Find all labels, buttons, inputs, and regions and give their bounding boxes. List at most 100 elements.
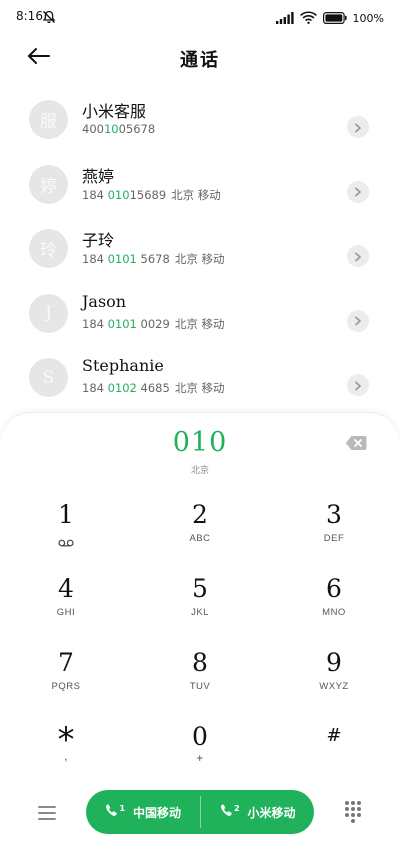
number-location: 北京 移动 — [171, 187, 221, 202]
dialed-number-location: 北京 — [190, 466, 209, 476]
call-sim2-button[interactable]: 2 小米移动 — [201, 790, 315, 834]
key-letters: ABC — [189, 533, 211, 544]
key-letters: MNO — [322, 607, 346, 618]
phone-icon — [104, 803, 120, 822]
number-suffix: 5678 — [136, 252, 170, 266]
chevron-right-icon — [354, 247, 362, 266]
avatar: J — [29, 293, 68, 333]
number-suffix: 0029 — [136, 316, 170, 331]
number-match: 0102 — [107, 381, 137, 395]
call-sim1-button[interactable]: 1 中国移动 — [86, 790, 200, 834]
key-letters: , — [64, 749, 68, 763]
contact-item[interactable]: S Stephanie 184 0102 4685 北京 移动 — [0, 350, 400, 415]
key-letters: JKL — [191, 607, 209, 618]
number-prefix: 400 — [82, 122, 104, 136]
voicemail-icon — [58, 532, 74, 551]
bell-off-icon — [42, 9, 56, 28]
contact-number: 4001005678 — [82, 122, 155, 136]
key-digit: 5 — [192, 574, 208, 603]
avatar: 服 — [29, 100, 68, 139]
number-prefix: 184 — [82, 187, 108, 202]
key-digit: 4 — [58, 574, 74, 603]
chevron-right-icon — [354, 182, 362, 201]
number-match: 010 — [107, 187, 130, 202]
battery-percent: 100% — [352, 12, 384, 25]
number-location: 北京 移动 — [174, 316, 225, 331]
key-4[interactable]: 4 GHI — [0, 575, 132, 641]
avatar: S — [29, 358, 68, 397]
contact-detail-button[interactable] — [347, 245, 369, 267]
chevron-right-icon — [354, 376, 362, 395]
sim2-label: 小米移动 — [247, 805, 296, 820]
contact-name: 小米客服 — [82, 102, 147, 121]
battery-icon — [322, 9, 347, 28]
number-match: 0101 — [107, 252, 137, 266]
key-5[interactable]: 5 JKL — [134, 575, 266, 641]
dialed-number: 010 — [172, 427, 228, 458]
contact-item[interactable]: 婷 燕婷 184 01015689 北京 移动 — [0, 157, 400, 222]
key-letters: PQRS — [51, 681, 81, 692]
number-suffix: 4685 — [136, 381, 170, 395]
contact-name: 燕婷 — [82, 166, 115, 186]
header: 通话 — [0, 40, 400, 76]
number-match: 10 — [103, 122, 119, 136]
call-button-group: 1 中国移动 2 小米移动 — [86, 790, 314, 834]
number-location: 北京 移动 — [174, 381, 225, 395]
key-6[interactable]: 6 MNO — [268, 575, 400, 641]
key-digit: 7 — [58, 648, 74, 677]
contact-name: 子玲 — [82, 231, 115, 250]
number-prefix: 184 — [82, 316, 108, 331]
contact-number: 184 01015689 北京 移动 — [82, 187, 221, 203]
status-bar: 8:16 100% — [0, 0, 400, 34]
number-suffix: 15689 — [129, 187, 167, 202]
key-letters: + — [196, 751, 204, 765]
contact-number: 184 0101 5678 北京 移动 — [82, 251, 224, 267]
contact-name: Jason — [82, 291, 127, 311]
key-digit: 1 — [58, 500, 74, 529]
sim1-index: 1 — [119, 803, 126, 813]
dialpad-toggle-button[interactable] — [344, 800, 362, 824]
number-location: 北京 移动 — [174, 252, 225, 266]
key-digit: 9 — [326, 648, 342, 677]
key-letters: DEF — [323, 533, 345, 544]
contact-name: Stephanie — [82, 356, 164, 375]
key-letters: TUV — [189, 681, 211, 692]
contact-list: 服 小米客服 4001005678 婷 燕婷 184 01015689 北京 移动… — [0, 92, 400, 415]
key-star[interactable]: * , — [0, 723, 132, 789]
key-9[interactable]: 9 WXYZ — [268, 649, 400, 715]
number-match: 0101 — [107, 316, 137, 331]
avatar: 婷 — [29, 164, 68, 204]
key-1[interactable]: 1 — [0, 501, 132, 567]
key-digit: # — [326, 725, 342, 746]
chevron-right-icon — [354, 118, 362, 137]
key-7[interactable]: 7 PQRS — [0, 649, 132, 715]
status-time: 8:16 — [16, 9, 43, 23]
contact-item[interactable]: 服 小米客服 4001005678 — [0, 92, 400, 157]
menu-button[interactable] — [37, 804, 57, 822]
contact-item[interactable]: 玲 子玲 184 0101 5678 北京 移动 — [0, 221, 400, 286]
backspace-icon — [345, 436, 367, 455]
key-digit: 8 — [192, 648, 208, 677]
page-title: 通话 — [180, 50, 220, 71]
key-hash[interactable]: # — [268, 723, 400, 789]
key-letters: WXYZ — [319, 681, 349, 692]
key-2[interactable]: 2 ABC — [134, 501, 266, 567]
key-0[interactable]: 0 + — [134, 723, 266, 789]
contact-detail-button[interactable] — [347, 374, 369, 396]
key-3[interactable]: 3 DEF — [268, 501, 400, 567]
number-suffix: 05678 — [118, 122, 156, 136]
backspace-button[interactable] — [345, 435, 367, 451]
number-prefix: 184 — [82, 381, 108, 395]
key-digit: 3 — [326, 500, 342, 529]
key-digit: 6 — [326, 574, 342, 603]
phone-icon — [219, 803, 235, 822]
contact-detail-button[interactable] — [347, 309, 369, 332]
contact-detail-button[interactable] — [347, 180, 369, 203]
contact-number: 184 0101 0029 北京 移动 — [82, 316, 224, 332]
contact-detail-button[interactable] — [347, 116, 369, 138]
contact-item[interactable]: J Jason 184 0101 0029 北京 移动 — [0, 286, 400, 351]
menu-icon — [37, 806, 57, 826]
dialpad-icon — [344, 801, 362, 828]
key-8[interactable]: 8 TUV — [134, 649, 266, 715]
avatar: 玲 — [29, 229, 68, 268]
